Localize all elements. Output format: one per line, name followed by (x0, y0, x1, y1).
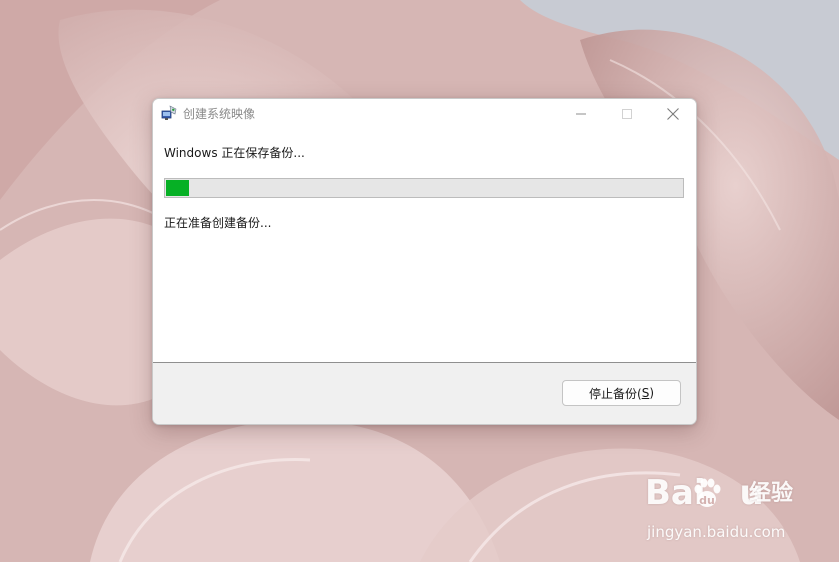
stop-button-label: 停止备份( (589, 386, 642, 401)
watermark-product: 经验 (749, 481, 794, 506)
minimize-icon (576, 113, 586, 115)
svg-text:du: du (699, 494, 715, 507)
stop-backup-button[interactable]: 停止备份(S) (562, 380, 681, 406)
stop-button-accelerator: S (641, 386, 650, 400)
dialog-content: Windows 正在保存备份... 正在准备创建备份... (153, 129, 696, 362)
dialog-footer: 停止备份(S) (153, 362, 696, 424)
maximize-button[interactable] (605, 99, 649, 129)
status-message: Windows 正在保存备份... (164, 146, 305, 160)
status-detail: 正在准备创建备份... (164, 216, 272, 230)
baidu-jingyan-watermark: Bai u du 经验 jingyan.baidu.com (645, 475, 835, 545)
maximize-icon (622, 109, 632, 119)
watermark-url: jingyan.baidu.com (647, 523, 786, 541)
window-title: 创建系统映像 (183, 107, 256, 121)
progress-fill (166, 180, 189, 196)
close-button[interactable] (651, 99, 695, 129)
backup-progress-bar (164, 178, 684, 198)
backup-app-icon (161, 105, 177, 121)
title-bar[interactable]: 创建系统映像 (153, 99, 696, 129)
close-icon (667, 108, 679, 120)
desktop-wallpaper: 创建系统映像 Windows 正在保存备份... 正在准备创建备份... 停止备… (0, 0, 839, 562)
paw-icon: du (690, 476, 724, 510)
create-system-image-dialog: 创建系统映像 Windows 正在保存备份... 正在准备创建备份... 停止备… (152, 98, 697, 425)
stop-button-label-end: ) (649, 386, 654, 400)
minimize-button[interactable] (559, 99, 603, 129)
